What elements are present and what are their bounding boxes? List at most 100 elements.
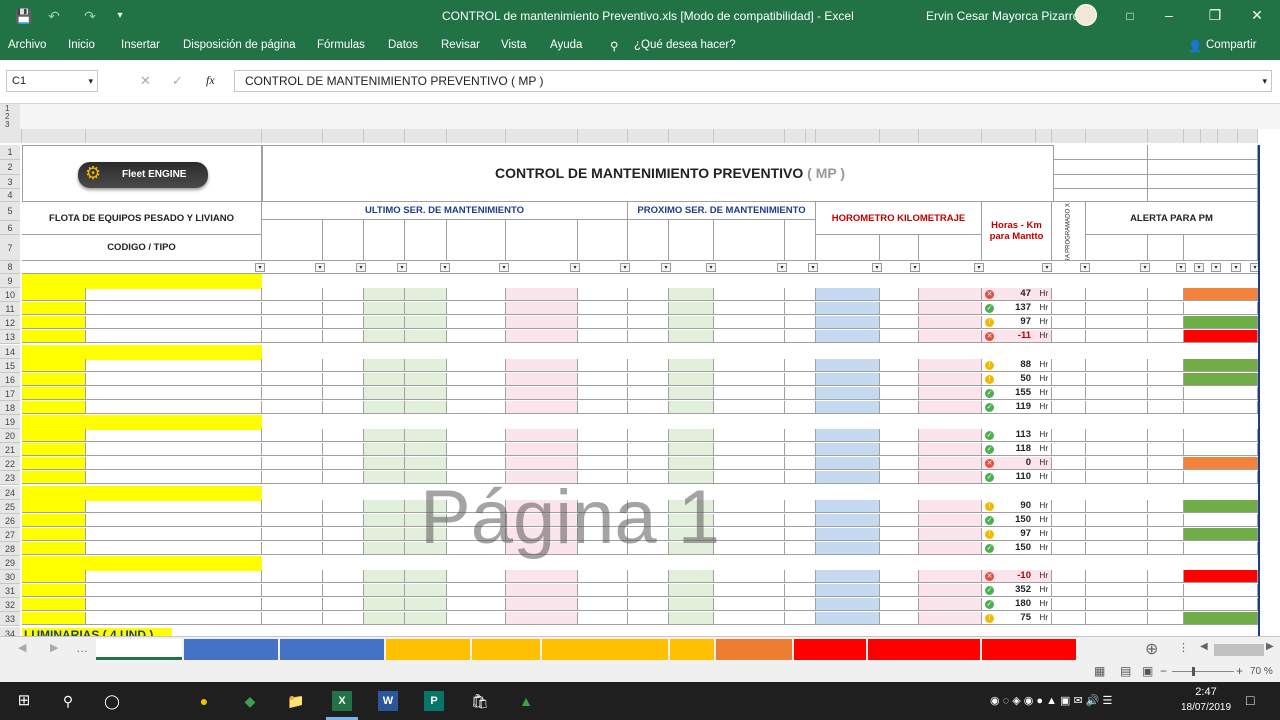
cell-req[interactable] [919, 570, 982, 584]
cell-h[interactable] [506, 471, 578, 485]
ribbon-display-icon[interactable]: □ [1120, 6, 1140, 26]
cell-p[interactable] [364, 570, 405, 584]
horas-km-cell[interactable]: ! 97 Hr [982, 316, 1052, 330]
tab-alert[interactable] [670, 639, 714, 660]
cell-te[interactable] [785, 330, 816, 344]
cell-reg[interactable] [816, 386, 880, 400]
cell-hp[interactable] [1052, 386, 1086, 400]
task-view-icon[interactable]: ◯ [102, 691, 122, 711]
equipment-code[interactable] [22, 443, 86, 457]
filter-dropdown-icon[interactable]: ▾ [910, 263, 920, 272]
cell-f3[interactable] [1086, 288, 1148, 302]
cell-t2[interactable] [628, 570, 669, 584]
cell-req[interactable] [919, 316, 982, 330]
tab-reporte-v01[interactable] [96, 639, 182, 660]
cell-i2[interactable] [714, 457, 785, 471]
cell-f2[interactable] [880, 513, 919, 527]
cell-d[interactable] [578, 288, 628, 302]
column-header-a[interactable] [22, 129, 86, 143]
cell-d[interactable] [578, 330, 628, 344]
column-header-z[interactable] [1238, 129, 1258, 143]
row-header[interactable]: 34 [0, 626, 20, 636]
filter-dropdown-icon[interactable]: ▾ [974, 263, 984, 272]
cell-d[interactable] [578, 570, 628, 584]
cell-reg[interactable] [816, 288, 880, 302]
cell-pa[interactable] [405, 570, 447, 584]
column-header-s[interactable] [1036, 129, 1052, 143]
column-header-n[interactable] [806, 129, 816, 143]
cell-dias[interactable] [1148, 316, 1184, 330]
cell-i[interactable] [447, 316, 506, 330]
tab-cont-act[interactable] [472, 639, 540, 660]
cell-pa[interactable] [405, 330, 447, 344]
row-header[interactable]: 15 [0, 358, 20, 373]
cell-dias[interactable] [1148, 499, 1184, 513]
cell-reg[interactable] [816, 598, 880, 612]
cell-t2[interactable] [628, 316, 669, 330]
cell-hp[interactable] [1052, 400, 1086, 414]
cell-i2[interactable] [714, 316, 785, 330]
cell-t[interactable] [323, 584, 364, 598]
row-header[interactable]: 9 [0, 274, 20, 289]
cell-h[interactable] [506, 584, 578, 598]
cell-p2[interactable] [669, 302, 714, 316]
cell-f2[interactable] [880, 358, 919, 372]
cell-p[interactable] [364, 400, 405, 414]
cell-f2[interactable] [880, 598, 919, 612]
cell-f3[interactable] [1086, 598, 1148, 612]
cell-reg[interactable] [816, 499, 880, 513]
cell-f3[interactable] [1086, 316, 1148, 330]
cell-pa[interactable] [405, 372, 447, 386]
column-header-l[interactable] [714, 129, 785, 143]
cell-p2[interactable] [669, 358, 714, 372]
cell-f[interactable] [262, 513, 323, 527]
cell-p2[interactable] [669, 541, 714, 555]
search-icon[interactable]: ⚲ [58, 691, 78, 711]
cell-t2[interactable] [628, 541, 669, 555]
cell-i[interactable] [447, 570, 506, 584]
menu-disposicion[interactable]: Disposición de página [183, 39, 296, 51]
cell-t2[interactable] [628, 598, 669, 612]
cell-f3[interactable] [1086, 400, 1148, 414]
cell-f3[interactable] [1086, 612, 1148, 626]
column-header-p[interactable] [880, 129, 919, 143]
cell-t[interactable] [323, 443, 364, 457]
customize-qat-icon[interactable]: ▾ [110, 6, 130, 26]
cell-p[interactable] [364, 443, 405, 457]
cell-req[interactable] [919, 302, 982, 316]
cell-p[interactable] [364, 541, 405, 555]
column-header-v[interactable] [1148, 129, 1184, 143]
cell-t2[interactable] [628, 443, 669, 457]
cell-h[interactable] [506, 288, 578, 302]
cell-h[interactable] [506, 457, 578, 471]
horas-km-cell[interactable]: ✕ -11 Hr [982, 330, 1052, 344]
cell-req[interactable] [919, 513, 982, 527]
cell-f2[interactable] [880, 612, 919, 626]
cell-i[interactable] [447, 584, 506, 598]
normal-view-icon[interactable]: ▦ [1094, 664, 1105, 678]
cell-i[interactable] [447, 598, 506, 612]
column-header-g[interactable] [447, 129, 506, 143]
share-icon[interactable]: 👤 [1188, 39, 1202, 53]
horas-km-cell[interactable]: ✓ 150 Hr [982, 541, 1052, 555]
filter-dropdown-icon[interactable]: ▾ [397, 263, 407, 272]
equipment-code[interactable] [22, 513, 86, 527]
cell-f3[interactable] [1086, 330, 1148, 344]
word-icon[interactable]: W [378, 691, 398, 711]
equipment-code[interactable] [22, 598, 86, 612]
cell-te[interactable] [785, 612, 816, 626]
cell-dias[interactable] [1148, 302, 1184, 316]
cell-i2[interactable] [714, 372, 785, 386]
cell-h[interactable] [506, 302, 578, 316]
cell-dias[interactable] [1148, 358, 1184, 372]
row-header[interactable]: 8 [0, 261, 20, 274]
add-sheet-icon[interactable]: ⊕ [1145, 639, 1158, 659]
row-header[interactable]: 11 [0, 302, 20, 317]
cell-req[interactable] [919, 598, 982, 612]
cell-i2[interactable] [714, 443, 785, 457]
cell-p[interactable] [364, 527, 405, 541]
row-header[interactable]: 25 [0, 499, 20, 514]
filter-dropdown-icon[interactable]: ▾ [661, 263, 671, 272]
cell-d[interactable] [578, 598, 628, 612]
cell-i2[interactable] [714, 598, 785, 612]
